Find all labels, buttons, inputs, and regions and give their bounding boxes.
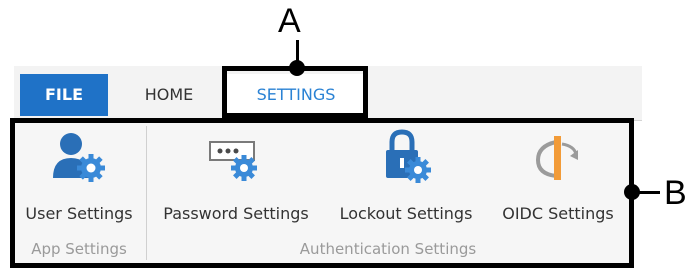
callout-letter-b: B <box>664 174 687 212</box>
callout-dot-a <box>289 60 305 76</box>
callout-dot-b <box>624 184 640 200</box>
callout-letter-a: A <box>278 2 301 40</box>
callout-box-b <box>10 118 634 268</box>
tab-home[interactable]: HOME <box>126 74 212 116</box>
tab-file[interactable]: FILE <box>20 74 108 116</box>
